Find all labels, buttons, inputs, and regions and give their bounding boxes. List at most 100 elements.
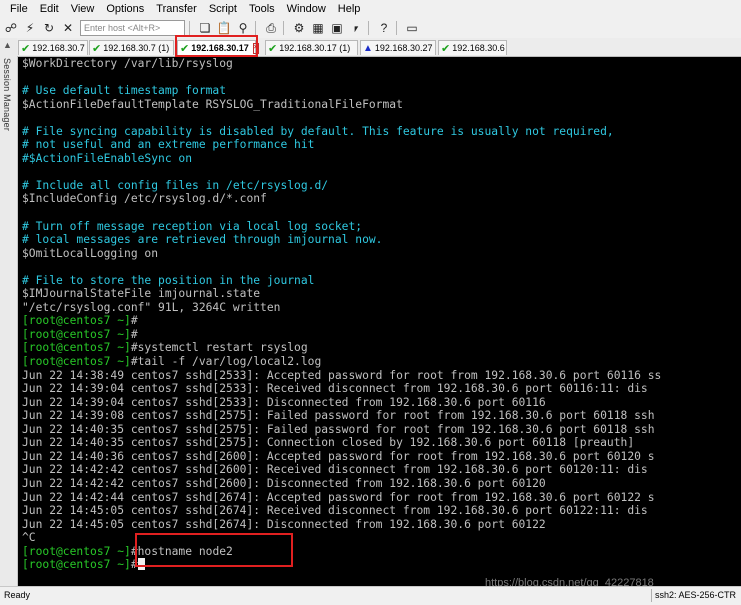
toolbar-separator bbox=[283, 21, 284, 35]
copy-icon[interactable]: ❏ bbox=[197, 20, 213, 36]
terminal-line-text: Jun 22 14:40:36 centos7 sshd[2600]: Acce… bbox=[22, 449, 655, 463]
terminal-line: [root@centos7 ~]#tail -f /var/log/local2… bbox=[22, 355, 661, 369]
tab-label: 192.168.30.7 bbox=[32, 43, 85, 53]
menu-edit[interactable]: Edit bbox=[34, 0, 65, 18]
terminal-line-text: # Use default timestamp format bbox=[22, 84, 227, 98]
terminal-line: $IMJournalStateFile imjournal.state bbox=[22, 287, 661, 301]
terminal-line-text: # local messages are retrieved through i… bbox=[22, 233, 383, 247]
tab-label: 192.168.30.27 bbox=[374, 43, 433, 53]
connected-check-icon: ✔ bbox=[441, 42, 451, 55]
terminal-line-text: # bbox=[130, 314, 138, 328]
connected-check-icon: ✔ bbox=[268, 42, 278, 55]
terminal-line: [root@centos7 ~]# bbox=[22, 328, 661, 342]
keymap-icon[interactable]: ▣ bbox=[329, 20, 345, 36]
terminal-line: Jun 22 14:40:35 centos7 sshd[2575]: Fail… bbox=[22, 423, 661, 437]
tab-192-168-30-7[interactable]: ✔ 192.168.30.7 bbox=[18, 40, 88, 55]
tab-192-168-30-27[interactable]: ▲ 192.168.30.27 bbox=[360, 40, 436, 55]
status-separator bbox=[651, 589, 652, 602]
terminal-line-text: "/etc/rsyslog.conf" 91L, 3264C written bbox=[22, 300, 281, 314]
terminal-line: Jun 22 14:39:04 centos7 sshd[2533]: Rece… bbox=[22, 382, 661, 396]
terminal-line: $ActionFileDefaultTemplate RSYSLOG_Tradi… bbox=[22, 98, 661, 112]
terminal-line-text: Jun 22 14:42:44 centos7 sshd[2674]: Acce… bbox=[22, 490, 655, 504]
menu-transfer[interactable]: Transfer bbox=[150, 0, 203, 18]
terminal-line-text: # Include all config files in /etc/rsysl… bbox=[22, 178, 329, 192]
terminal-line: "/etc/rsyslog.conf" 91L, 3264C written bbox=[22, 301, 661, 315]
terminal-line: # Use default timestamp format bbox=[22, 84, 661, 98]
menu-view[interactable]: View bbox=[65, 0, 101, 18]
sftp-icon[interactable]: ⎖ bbox=[348, 20, 364, 36]
terminal-line: Jun 22 14:45:05 centos7 sshd[2674]: Disc… bbox=[22, 518, 661, 532]
menu-options[interactable]: Options bbox=[100, 0, 150, 18]
enter-host-input[interactable]: Enter host <Alt+R> bbox=[80, 20, 185, 36]
terminal-line: Jun 22 14:39:04 centos7 sshd[2533]: Disc… bbox=[22, 396, 661, 410]
print-icon[interactable]: ⎙ bbox=[263, 20, 279, 36]
warning-triangle-icon: ▲ bbox=[363, 42, 373, 54]
terminal-line: [root@centos7 ~]# bbox=[22, 558, 661, 572]
toolbar-separator bbox=[396, 21, 397, 35]
toolbar: ☍ ⚡ ↻ ✕ Enter host <Alt+R> ❏ 📋 ⚲ ⎙ ⚙ ▦ ▣… bbox=[0, 18, 741, 38]
terminal-line-text: Jun 22 14:39:08 centos7 sshd[2575]: Fail… bbox=[22, 409, 655, 423]
reconnect-icon[interactable]: ↻ bbox=[41, 20, 57, 36]
connected-check-icon: ✔ bbox=[92, 42, 102, 55]
settings-gear-icon[interactable]: ⚙ bbox=[291, 20, 307, 36]
terminal-line-text: Jun 22 14:45:05 centos7 sshd[2674]: Rece… bbox=[22, 504, 648, 518]
terminal-line: $OmitLocalLogging on bbox=[22, 247, 661, 261]
shell-prompt: [root@centos7 ~] bbox=[22, 327, 131, 341]
shell-prompt: [root@centos7 ~] bbox=[22, 314, 131, 328]
tab-192-168-30-17-1[interactable]: ✔ 192.168.30.17 (1) bbox=[265, 40, 358, 55]
active-tab-highlight-box bbox=[175, 35, 258, 57]
menu-script[interactable]: Script bbox=[203, 0, 243, 18]
lightning-icon[interactable]: ⚡ bbox=[22, 20, 38, 36]
terminal-line-text: $IncludeConfig /etc/rsyslog.d/*.conf bbox=[22, 192, 267, 206]
status-bar: Ready ssh2: AES-256-CTR bbox=[0, 586, 741, 605]
terminal-view[interactable]: $WorkDirectory /var/lib/rsyslog # Use def… bbox=[18, 57, 741, 586]
session-manager-strip[interactable]: ▲ Session Manager bbox=[0, 38, 18, 586]
terminal-line: Jun 22 14:39:08 centos7 sshd[2575]: Fail… bbox=[22, 409, 661, 423]
menu-file[interactable]: File bbox=[0, 0, 34, 18]
menu-tools[interactable]: Tools bbox=[243, 0, 281, 18]
toolbar-separator bbox=[189, 21, 190, 35]
terminal-line: Jun 22 14:40:35 centos7 sshd[2575]: Conn… bbox=[22, 436, 661, 450]
terminal-line-text: Jun 22 14:42:42 centos7 sshd[2600]: Rece… bbox=[22, 463, 648, 477]
terminal-line: Jun 22 14:42:44 centos7 sshd[2674]: Acce… bbox=[22, 491, 661, 505]
terminal-line-text: Jun 22 14:42:42 centos7 sshd[2600]: Disc… bbox=[22, 476, 546, 490]
terminal-output: $WorkDirectory /var/lib/rsyslog # Use def… bbox=[22, 57, 661, 572]
terminal-line: Jun 22 14:38:49 centos7 sshd[2533]: Acce… bbox=[22, 369, 661, 383]
tab-192-168-30-6[interactable]: ✔ 192.168.30.6 bbox=[438, 40, 507, 55]
terminal-line-text: # File syncing capability is disabled by… bbox=[22, 124, 614, 138]
terminal-line-text: #tail -f /var/log/local2.log bbox=[130, 355, 322, 369]
terminal-line-text: $WorkDirectory /var/lib/rsyslog bbox=[22, 57, 233, 70]
terminal-line: Jun 22 14:45:05 centos7 sshd[2674]: Rece… bbox=[22, 504, 661, 518]
monitor-icon[interactable]: ▭ bbox=[404, 20, 420, 36]
terminal-line-text: #systemctl restart rsyslog bbox=[130, 341, 308, 355]
terminal-line: [root@centos7 ~]#hostname node2 bbox=[22, 545, 661, 559]
session-manager-label: Session Manager bbox=[2, 58, 12, 132]
tab-bar: ✔ 192.168.30.7 ✔ 192.168.30.7 (1) ✔ 192.… bbox=[17, 38, 741, 57]
toolbar-separator bbox=[368, 21, 369, 35]
terminal-line-text: # Turn off message reception via local l… bbox=[22, 219, 363, 233]
terminal-line-text: Jun 22 14:38:49 centos7 sshd[2533]: Acce… bbox=[22, 368, 662, 382]
pin-icon[interactable]: ▲ bbox=[3, 40, 12, 50]
tab-192-168-30-7-1[interactable]: ✔ 192.168.30.7 (1) bbox=[89, 40, 174, 55]
help-icon[interactable]: ? bbox=[376, 20, 392, 36]
options-icon[interactable]: ▦ bbox=[310, 20, 326, 36]
terminal-line: $WorkDirectory /var/lib/rsyslog bbox=[22, 57, 661, 71]
terminal-line-text: Jun 22 14:40:35 centos7 sshd[2575]: Fail… bbox=[22, 422, 655, 436]
paste-icon[interactable]: 📋 bbox=[216, 20, 232, 36]
connect-icon[interactable]: ☍ bbox=[3, 20, 19, 36]
menu-window[interactable]: Window bbox=[281, 0, 332, 18]
shell-prompt: [root@centos7 ~] bbox=[22, 544, 131, 558]
disconnect-icon[interactable]: ✕ bbox=[60, 20, 76, 36]
terminal-line: Jun 22 14:40:36 centos7 sshd[2600]: Acce… bbox=[22, 450, 661, 464]
terminal-line: [root@centos7 ~]#systemctl restart rsysl… bbox=[22, 341, 661, 355]
find-icon[interactable]: ⚲ bbox=[235, 20, 251, 36]
menu-help[interactable]: Help bbox=[332, 0, 367, 18]
shell-prompt: [root@centos7 ~] bbox=[22, 558, 131, 572]
terminal-line: #$ActionFileEnableSync on bbox=[22, 152, 661, 166]
command-highlight-box bbox=[135, 533, 293, 567]
terminal-line: # not useful and an extreme performance … bbox=[22, 138, 661, 152]
